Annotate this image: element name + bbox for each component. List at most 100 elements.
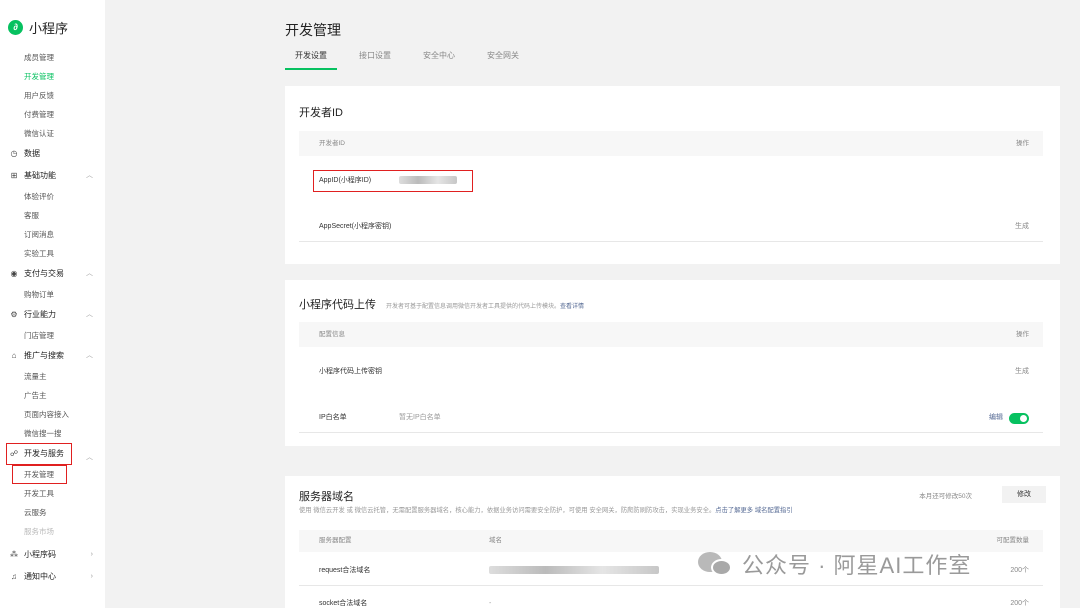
sidebar-nav: 成员管理 开发管理 用户反馈 付费管理 微信认证 ◷ 数据 ⊞ 基础功能 ︿ 体… [0, 48, 105, 588]
sidebar-section-dev[interactable]: ☍ 开发与服务 [6, 443, 72, 465]
sidebar-section-label: 支付与交易 [24, 269, 64, 278]
chevron-up-icon: ︿ [86, 454, 93, 461]
generate-secret-button[interactable]: 生成 [1015, 212, 1029, 242]
tab-bar: 开发设置 接口设置 安全中心 安全网关 [285, 50, 541, 70]
sidebar-item-content-access[interactable]: 页面内容接入 [0, 405, 105, 424]
sidebar-item-notify[interactable]: ♫ 通知中心 › [0, 566, 105, 588]
generate-key-button[interactable]: 生成 [1015, 357, 1029, 387]
watermark: 公众号 · 阿星AI工作室 [698, 548, 971, 580]
sidebar-item-stores[interactable]: 门店管理 [0, 326, 105, 345]
tab-security-center[interactable]: 安全中心 [413, 50, 465, 70]
sidebar-section-promo[interactable]: ⌂ 推广与搜索 ︿ [0, 345, 105, 367]
sidebar-item-qrcode[interactable]: ⁂ 小程序码 › [0, 544, 105, 566]
sidebar-section-basic[interactable]: ⊞ 基础功能 ︿ [0, 165, 105, 187]
column-header: 服务器配置 [319, 537, 352, 544]
column-header: 域名 [489, 537, 502, 544]
domain-count: 200个 [1010, 567, 1029, 574]
sidebar-item-feedback[interactable]: 用户反馈 [0, 86, 105, 105]
sidebar-item-dev-manage-2[interactable]: 开发管理 [12, 465, 67, 484]
sidebar-item-dev-tools[interactable]: 开发工具 [0, 484, 105, 503]
ip-whitelist-value: 暂无IP白名单 [399, 414, 441, 421]
sidebar-section-data[interactable]: ◷ 数据 [0, 143, 105, 165]
table-row-ip-whitelist: IP白名单 暂无IP白名单 编辑 [299, 403, 1043, 433]
chevron-right-icon: › [90, 573, 93, 580]
sidebar-item-payment[interactable]: 付费管理 [0, 105, 105, 124]
sidebar-item-wechat-search[interactable]: 微信搜一搜 [0, 424, 105, 443]
section-title: 小程序代码上传 开发者可基于配置信息调用微信开发者工具提供的代码上传模块。查看详情 [299, 296, 584, 312]
section-desc-text: 开发者可基于配置信息调用微信开发者工具提供的代码上传模块。 [386, 304, 561, 310]
section-title: 服务器域名 [299, 491, 354, 503]
nodes-icon: ☍ [9, 449, 19, 458]
column-header: 配置信息 [319, 331, 345, 338]
table-row: socket合法域名 - 200个 [299, 589, 1043, 608]
view-details-link[interactable]: 查看详情 [560, 304, 584, 310]
sidebar-section-label: 基础功能 [24, 171, 56, 180]
sidebar-item-subscribe[interactable]: 订阅消息 [0, 225, 105, 244]
chevron-up-icon: ︿ [86, 311, 93, 318]
server-domain-card: 服务器域名 本月还可修改50次 修改 使用 微信云开发 或 微信云托管，无需配置… [285, 476, 1060, 608]
tab-api-settings[interactable]: 接口设置 [349, 50, 401, 70]
sidebar-section-label: 数据 [24, 149, 40, 158]
sidebar-section-pay[interactable]: ◉ 支付与交易 ︿ [0, 263, 105, 285]
sidebar-section-label: 推广与搜索 [24, 351, 64, 360]
brand-name: 小程序 [29, 21, 69, 36]
domain-value: - [489, 600, 492, 607]
sidebar-item-orders[interactable]: 购物订单 [0, 285, 105, 304]
table-header: 开发者ID 操作 [299, 131, 1043, 156]
section-desc: 使用 微信云开发 或 微信云托管，无需配置服务器域名，核心能力，依据业务访问需要… [299, 505, 793, 514]
grid-icon: ⊞ [10, 171, 18, 180]
sidebar-item-cloud[interactable]: 云服务 [0, 503, 105, 522]
target-icon: ◉ [10, 269, 18, 278]
tab-security-gateway[interactable]: 安全网关 [477, 50, 529, 70]
sidebar-section-label: 通知中心 [24, 572, 56, 581]
upload-key-label: 小程序代码上传密钥 [319, 368, 382, 375]
edit-ip-link[interactable]: 编辑 [989, 403, 1003, 433]
sliders-icon: ⚙ [10, 310, 18, 319]
sidebar-item-lab[interactable]: 实验工具 [0, 244, 105, 263]
appsecret-label: AppSecret(小程序密钥) [319, 223, 392, 230]
wechat-logo-icon [698, 550, 734, 578]
section-desc: 开发者可基于配置信息调用微信开发者工具提供的代码上传模块。查看详情 [386, 304, 584, 310]
learn-more-link[interactable]: 点击了解更多 域名配置指引 [715, 507, 792, 514]
sidebar-section-label: 行业能力 [24, 310, 56, 319]
column-header: 开发者ID [319, 140, 345, 147]
sidebar-item-advertiser[interactable]: 广告主 [0, 386, 105, 405]
sidebar-section-label: 小程序码 [24, 550, 56, 559]
sidebar-item-members[interactable]: 成员管理 [0, 48, 105, 67]
qrcode-icon: ⁂ [10, 550, 18, 559]
sidebar-section-label: 开发与服务 [24, 449, 64, 458]
sidebar-item-service[interactable]: 客服 [0, 206, 105, 225]
table-header: 配置信息 操作 [299, 322, 1043, 347]
highlight-box [313, 170, 473, 192]
table-row-appsecret: AppSecret(小程序密钥) 生成 [299, 212, 1043, 242]
section-title: 开发者ID [299, 107, 343, 119]
sidebar-item-dev-manage[interactable]: 开发管理 [0, 67, 105, 86]
developer-id-card: 开发者ID 开发者ID 操作 AppID(小程序ID) AppSecret(小程… [285, 86, 1060, 264]
page-title: 开发管理 [285, 22, 341, 38]
ip-whitelist-toggle[interactable] [1009, 413, 1029, 424]
domain-type: request合法域名 [319, 567, 371, 574]
chevron-up-icon: ︿ [86, 270, 93, 277]
sidebar-item-market[interactable]: 服务市场 [0, 522, 105, 541]
house-icon: ⌂ [11, 351, 17, 360]
mini-program-logo-icon: ∂ [8, 20, 23, 35]
tab-dev-settings[interactable]: 开发设置 [285, 50, 337, 70]
sidebar-item-verify[interactable]: 微信认证 [0, 124, 105, 143]
chevron-right-icon: › [90, 551, 93, 558]
column-header-op: 操作 [1016, 331, 1029, 338]
sidebar-item-traffic[interactable]: 流量主 [0, 367, 105, 386]
bell-icon: ♫ [11, 572, 17, 581]
chevron-up-icon: ︿ [86, 172, 93, 179]
sidebar-section-industry[interactable]: ⚙ 行业能力 ︿ [0, 304, 105, 326]
domain-count: 200个 [1010, 600, 1029, 607]
brand[interactable]: ∂ 小程序 [8, 18, 68, 37]
code-upload-card: 小程序代码上传 开发者可基于配置信息调用微信开发者工具提供的代码上传模块。查看详情… [285, 280, 1060, 446]
clock-icon: ◷ [10, 149, 18, 158]
sidebar-item-review[interactable]: 体验评价 [0, 187, 105, 206]
sidebar: ∂ 小程序 成员管理 开发管理 用户反馈 付费管理 微信认证 ◷ 数据 ⊞ 基础… [0, 0, 105, 608]
watermark-text: 公众号 · 阿星AI工作室 [742, 553, 972, 578]
domain-value-redacted [489, 556, 659, 586]
column-header-op: 操作 [1016, 140, 1029, 147]
ip-whitelist-label: IP白名单 [319, 414, 347, 421]
modify-button[interactable]: 修改 [1002, 486, 1046, 503]
